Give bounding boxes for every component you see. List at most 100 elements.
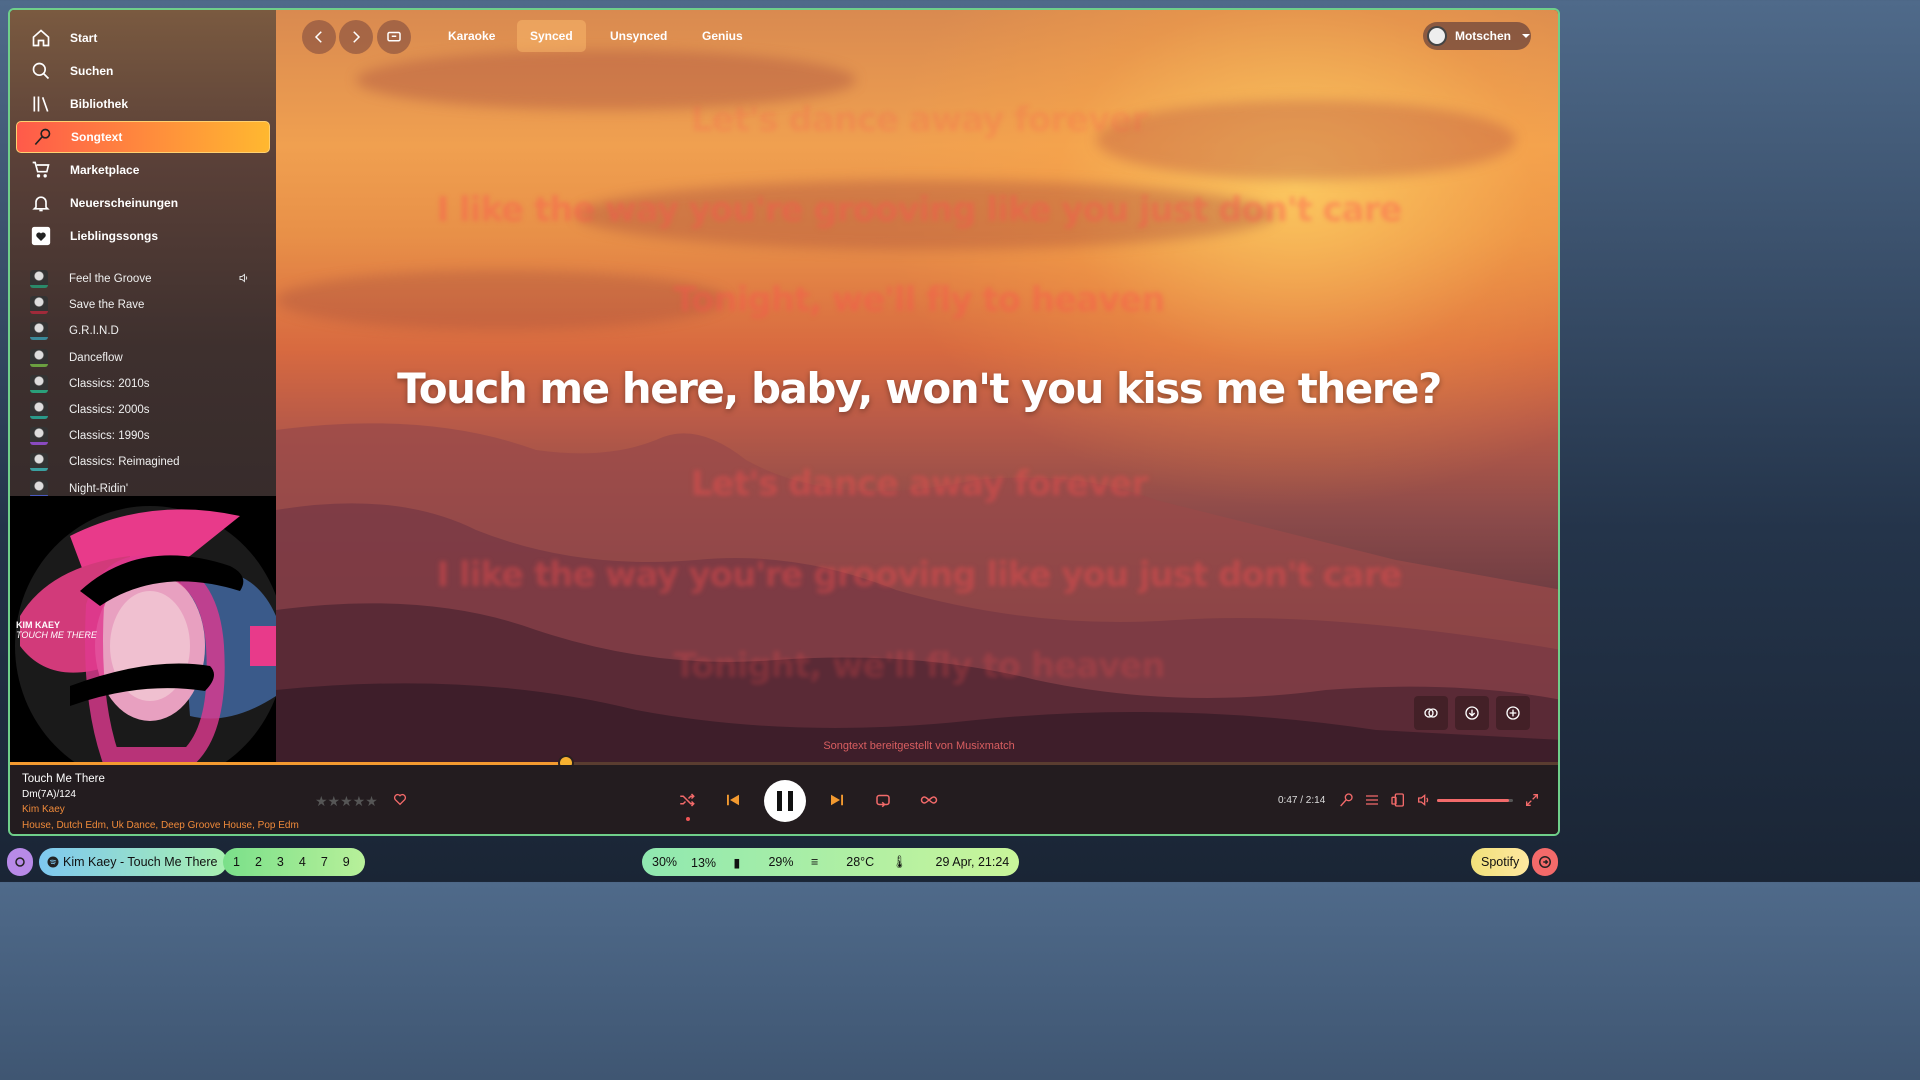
battery-status[interactable]: 13% ▮ <box>691 855 754 870</box>
shuffle-active-dot <box>686 817 690 821</box>
shuffle-button[interactable] <box>676 789 698 811</box>
lyrics-credit: Songtext bereitgestellt von Musixmatch <box>823 740 1015 752</box>
nav-label: Marketplace <box>70 163 140 177</box>
playlist-item[interactable]: Danceflow <box>10 345 276 371</box>
lyric-line-current[interactable]: Touch me here, baby, won't you kiss me t… <box>276 364 1558 413</box>
playback-time: 0:47 / 2:14 <box>1278 795 1326 806</box>
playlist-label: Classics: Reimagined <box>69 456 180 469</box>
devices-icon[interactable] <box>1390 792 1406 808</box>
repeat-button[interactable] <box>872 789 894 811</box>
lyric-line[interactable]: Let's dance away forever <box>276 100 1558 140</box>
previous-button[interactable] <box>722 789 744 811</box>
playlist-label: Classics: 2000s <box>69 404 150 417</box>
playlist-item[interactable]: Classics: 1990s <box>10 423 276 449</box>
tab-karaoke[interactable]: Karaoke <box>435 20 508 52</box>
pause-button[interactable] <box>764 780 806 822</box>
user-menu-button[interactable]: Motschen <box>1423 22 1531 50</box>
nav-lieblingssongs[interactable]: Lieblingssongs <box>16 220 270 252</box>
active-window-title[interactable]: Kim Kaey - Touch Me There <box>39 848 228 876</box>
lyric-line[interactable]: Let's dance away forever <box>276 464 1558 504</box>
lyric-line[interactable]: I like the way you're grooving like you … <box>276 555 1558 595</box>
queue-icon[interactable] <box>1364 792 1380 808</box>
playlist-item[interactable]: Save the Rave <box>10 292 276 318</box>
tab-unsynced[interactable]: Unsynced <box>597 20 680 52</box>
power-menu-button[interactable] <box>1532 848 1558 876</box>
spotify-tray-button[interactable]: Spotify <box>1471 848 1530 876</box>
fullscreen-icon[interactable] <box>1524 792 1540 808</box>
workspace-item[interactable]: 4 <box>299 855 306 869</box>
translate-button[interactable] <box>1414 696 1448 730</box>
album-cover[interactable]: KIM KAEY TOUCH ME THERE <box>10 496 276 762</box>
playlist-item[interactable]: Classics: 2000s <box>10 397 276 423</box>
playlist-item[interactable]: Feel the Groove <box>10 266 276 292</box>
playlist-thumbnail <box>30 401 48 420</box>
playlist-item[interactable]: Classics: 2010s <box>10 371 276 397</box>
playlist-thumbnail <box>30 374 48 393</box>
lyric-line[interactable]: Tonight, we'll fly to heaven <box>276 280 1558 320</box>
datetime[interactable]: 29 Apr, 21:24 <box>936 855 1010 869</box>
nav-bibliothek[interactable]: Bibliothek <box>16 88 270 120</box>
volume-status[interactable]: 30% <box>652 855 677 869</box>
track-title[interactable]: Touch Me There <box>22 773 105 785</box>
download-button[interactable] <box>1455 696 1489 730</box>
thermometer-icon: 🌡 <box>891 854 908 869</box>
tray-app-label: Spotify <box>1481 855 1520 869</box>
pause-icon <box>777 791 793 811</box>
mini-player-button[interactable] <box>377 20 411 54</box>
cart-icon <box>30 159 52 181</box>
caret-down-icon <box>1522 34 1530 38</box>
playlist-list: Feel the Groove Save the Rave G.R.I.N.D … <box>10 266 276 502</box>
workspace-item[interactable]: 3 <box>277 855 284 869</box>
chevron-right-icon <box>353 31 361 43</box>
launcher-button[interactable] <box>7 848 33 876</box>
battery-text: 13% <box>691 855 717 870</box>
like-heart-icon[interactable] <box>392 791 408 807</box>
back-button[interactable] <box>302 20 336 54</box>
tab-synced[interactable]: Synced <box>517 20 586 52</box>
lyric-line[interactable]: Tonight, we'll fly to heaven <box>276 646 1558 686</box>
nav-start[interactable]: Start <box>16 22 270 54</box>
infinity-icon <box>920 796 938 804</box>
battery-icon: ▮ <box>733 855 741 870</box>
nav-label: Suchen <box>70 64 114 78</box>
lyrics-microphone-icon[interactable] <box>1338 792 1354 808</box>
nav-songtext[interactable]: Songtext <box>16 121 270 153</box>
memory-status[interactable]: 29% ≡ <box>768 855 832 869</box>
playlist-item[interactable]: G.R.I.N.D <box>10 318 276 344</box>
temperature-status[interactable]: 28°C 🌡 <box>846 855 921 870</box>
next-button[interactable] <box>826 789 848 811</box>
nav-label: Neuerscheinungen <box>70 196 179 210</box>
nav-suchen[interactable]: Suchen <box>16 55 270 87</box>
workspace-item[interactable]: 1 <box>233 855 240 869</box>
workspace-item[interactable]: 9 <box>343 855 350 869</box>
track-genres: House, Dutch Edm, Uk Dance, Deep Groove … <box>22 820 299 831</box>
nav-neuerscheinungen[interactable]: Neuerscheinungen <box>16 187 270 219</box>
workspace-item[interactable]: 7 <box>321 855 328 869</box>
spotify-icon <box>47 856 59 868</box>
workspace-item[interactable]: 2 <box>255 855 262 869</box>
track-artist[interactable]: Kim Kaey <box>22 804 65 815</box>
microphone-icon <box>31 126 53 148</box>
autoplay-button[interactable] <box>918 789 940 811</box>
playlist-thumbnail <box>30 270 48 289</box>
nav-marketplace[interactable]: Marketplace <box>16 154 270 186</box>
star-rating[interactable]: ★★★★★ <box>315 793 378 810</box>
lyric-line[interactable]: I like the way you're grooving like you … <box>276 190 1558 230</box>
playlist-label: Classics: 1990s <box>69 430 150 443</box>
playlist-label: Classics: 2010s <box>69 377 150 390</box>
logout-icon <box>1539 856 1551 868</box>
temperature-text: 28°C <box>846 854 875 869</box>
cover-artist: KIM KAEY <box>16 620 61 630</box>
lyrics-topbar: Karaoke Synced Unsynced Genius Motschen <box>276 10 1558 66</box>
avatar <box>1427 26 1447 46</box>
add-button[interactable] <box>1496 696 1530 730</box>
overlap-circles-icon <box>1424 708 1438 718</box>
system-status: 30% 13% ▮ 29% ≡ 28°C 🌡 29 Apr, 21:24 <box>642 848 1020 876</box>
window-title-text: Kim Kaey - Touch Me There <box>63 855 218 869</box>
heart-icon <box>30 225 52 247</box>
forward-button[interactable] <box>339 20 373 54</box>
playlist-item[interactable]: Classics: Reimagined <box>10 449 276 475</box>
tab-genius[interactable]: Genius <box>689 20 756 52</box>
volume-icon[interactable] <box>1416 792 1432 808</box>
volume-slider[interactable] <box>1437 799 1513 802</box>
